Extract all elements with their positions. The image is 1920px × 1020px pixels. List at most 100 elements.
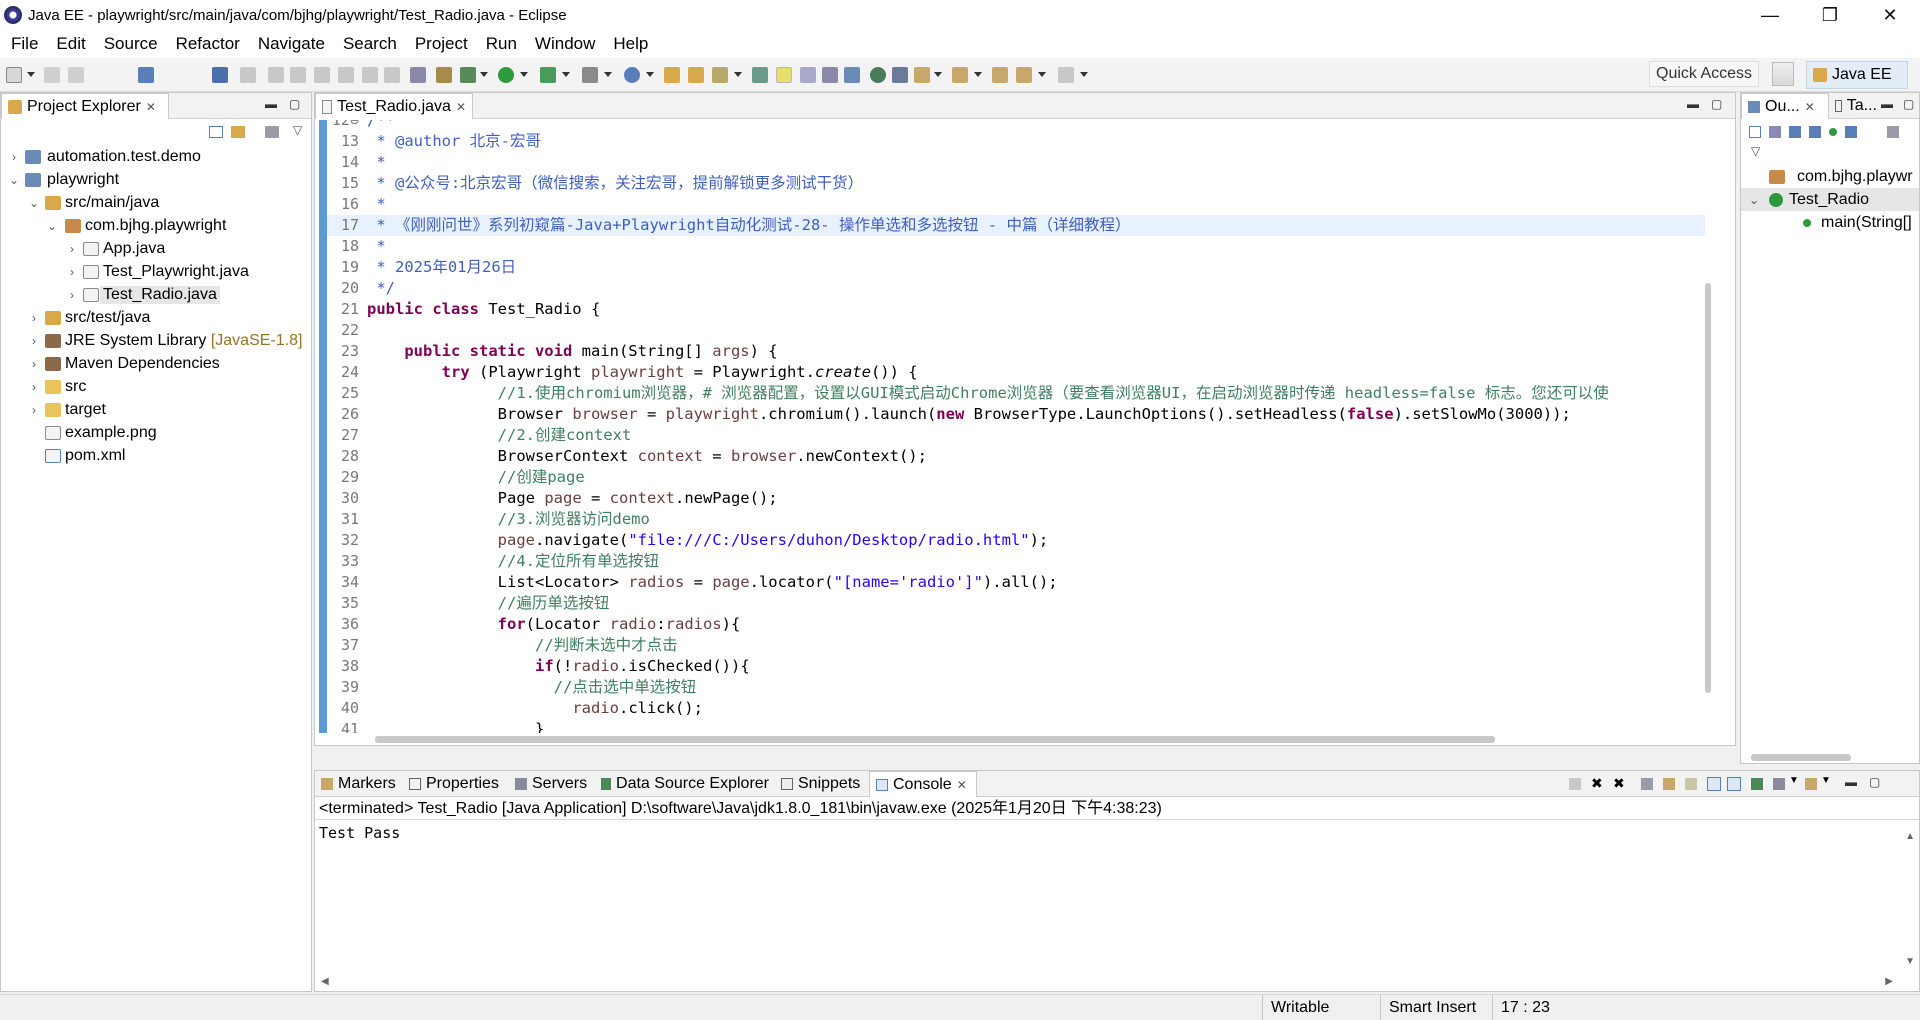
quick-access-input[interactable]: Quick Access — [1649, 61, 1759, 87]
tree-item-target[interactable]: › target — [1, 398, 311, 421]
search-icon[interactable] — [712, 67, 728, 83]
tree-item-src[interactable]: › src — [1, 375, 311, 398]
tree-item-src-main-java[interactable]: ⌄ src/main/java — [1, 191, 311, 214]
toggle-mark-icon[interactable] — [752, 67, 768, 83]
tree-item-package[interactable]: ⌄ com.bjhg.playwright — [1, 214, 311, 237]
expand-arrow-icon[interactable]: › — [9, 150, 19, 164]
step-into-icon[interactable] — [338, 67, 354, 83]
open-console-dropdown-icon[interactable]: ▼ — [1821, 775, 1831, 786]
expand-arrow-icon[interactable]: › — [67, 242, 77, 256]
back-dropdown-icon[interactable] — [1038, 72, 1046, 77]
block-selection-icon[interactable] — [800, 67, 816, 83]
next-annotation-icon[interactable] — [914, 67, 930, 83]
tree-item-src-test-java[interactable]: › src/test/java — [1, 306, 311, 329]
server-icon[interactable] — [582, 67, 598, 83]
search-dropdown-icon[interactable] — [734, 72, 742, 77]
tree-item-automation-test-demo[interactable]: › automation.test.demo — [1, 145, 311, 168]
close-tab-icon[interactable]: ✕ — [1805, 100, 1815, 114]
console-output[interactable]: Test Pass — [319, 824, 400, 842]
collapse-all-icon[interactable] — [209, 126, 223, 138]
terminate-icon[interactable] — [290, 67, 306, 83]
terminate-icon[interactable] — [1569, 778, 1581, 790]
tree-item-app-java[interactable]: › App.java — [1, 237, 311, 260]
scroll-lock-icon[interactable] — [1663, 778, 1675, 790]
tab-snippets[interactable]: Snippets — [775, 771, 869, 797]
menu-run[interactable]: Run — [477, 30, 526, 58]
step-over-icon[interactable] — [362, 67, 378, 83]
menu-search[interactable]: Search — [334, 30, 406, 58]
tree-item-pom-xml[interactable]: pom.xml — [1, 444, 311, 467]
display-console-dropdown-icon[interactable]: ▼ — [1789, 775, 1799, 786]
clear-console-icon[interactable] — [1641, 778, 1653, 790]
debug-dropdown-icon[interactable] — [480, 72, 488, 77]
menu-edit[interactable]: Edit — [47, 30, 94, 58]
server-dropdown-icon[interactable] — [604, 72, 612, 77]
minimize-view-icon[interactable]: ▬ — [265, 97, 277, 111]
new-wizard-dropdown-icon[interactable] — [646, 72, 654, 77]
maximize-view-icon[interactable]: ▢ — [1903, 97, 1914, 111]
code-editor[interactable]: 12⊖/** 13 * @author 北京-宏哥 14 * 15 * @公众号… — [315, 120, 1735, 733]
collapse-arrow-icon[interactable]: ⌄ — [9, 173, 19, 187]
link-with-editor-icon[interactable] — [1887, 126, 1899, 138]
close-tab-icon[interactable]: ✕ — [456, 100, 466, 114]
open-type-icon[interactable] — [664, 67, 680, 83]
annotation-icon[interactable] — [892, 67, 908, 83]
open-console-icon[interactable] — [1805, 778, 1817, 790]
link-with-editor-icon[interactable] — [231, 126, 245, 138]
tab-project-explorer[interactable]: Project Explorer ✕ — [1, 93, 169, 119]
view-menu-icon[interactable] — [265, 126, 279, 138]
web-browser-icon[interactable] — [870, 67, 886, 83]
menu-project[interactable]: Project — [406, 30, 477, 58]
maximize-view-icon[interactable]: ▢ — [1711, 97, 1722, 111]
hide-static-icon[interactable] — [1809, 126, 1821, 138]
maximize-view-icon[interactable]: ▢ — [289, 97, 300, 111]
open-task-icon[interactable] — [688, 67, 704, 83]
tab-servers[interactable]: Servers — [509, 771, 595, 797]
new-dropdown-icon[interactable] — [27, 72, 35, 77]
close-tab-icon[interactable]: ✕ — [146, 100, 156, 114]
outline-item-package[interactable]: com.bjhg.playwr — [1741, 165, 1919, 188]
scroll-down-icon[interactable]: ▼ — [1905, 956, 1915, 967]
disconnect-icon[interactable] — [314, 67, 330, 83]
terminal-icon[interactable] — [138, 67, 154, 83]
tab-markers[interactable]: Markers — [315, 771, 403, 797]
tab-properties[interactable]: Properties — [403, 771, 509, 797]
menu-help[interactable]: Help — [604, 30, 657, 58]
next-annotation-dropdown-icon[interactable] — [934, 72, 942, 77]
coverage-icon[interactable] — [436, 67, 452, 83]
back-icon[interactable] — [1016, 67, 1032, 83]
tab-console[interactable]: Console ✕ — [869, 771, 977, 797]
collapse-arrow-icon[interactable]: ⌄ — [1749, 193, 1759, 207]
expand-arrow-icon[interactable]: › — [29, 403, 39, 417]
scroll-up-icon[interactable]: ▲ — [1905, 831, 1915, 842]
external-dropdown-icon[interactable] — [562, 72, 570, 77]
highlight-occurrences-icon[interactable] — [776, 67, 792, 83]
minimize-view-icon[interactable]: ▬ — [1687, 97, 1699, 111]
forward-icon[interactable] — [1058, 67, 1074, 83]
save-all-icon[interactable] — [68, 67, 84, 83]
word-wrap-icon[interactable] — [1685, 778, 1697, 790]
run-dropdown-icon[interactable] — [520, 72, 528, 77]
show-whitespace-icon[interactable] — [822, 67, 838, 83]
editor-vertical-scrollbar[interactable] — [1705, 283, 1711, 693]
run-icon[interactable] — [498, 67, 514, 83]
sort-icon[interactable] — [1769, 126, 1781, 138]
minimize-view-icon[interactable]: ▬ — [1845, 775, 1857, 789]
expand-arrow-icon[interactable]: › — [67, 265, 77, 279]
scroll-left-icon[interactable]: ◀ — [321, 976, 329, 987]
display-console-icon[interactable] — [1773, 778, 1785, 790]
expand-arrow-icon[interactable]: › — [29, 357, 39, 371]
new-java-project-icon[interactable] — [624, 67, 640, 83]
show-on-stdout-icon[interactable] — [1707, 777, 1721, 791]
remove-all-terminated-icon[interactable]: ✖ — [1613, 775, 1625, 792]
expand-arrow-icon[interactable]: › — [29, 311, 39, 325]
menu-navigate[interactable]: Navigate — [249, 30, 334, 58]
tree-item-maven-dependencies[interactable]: › Maven Dependencies — [1, 352, 311, 375]
menu-refactor[interactable]: Refactor — [167, 30, 249, 58]
view-dropdown-icon[interactable]: ▽ — [293, 123, 302, 137]
close-tab-icon[interactable]: ✕ — [957, 778, 967, 792]
open-console-icon[interactable] — [410, 67, 426, 83]
collapse-arrow-icon[interactable]: ⌄ — [47, 219, 57, 233]
expand-arrow-icon[interactable]: › — [29, 334, 39, 348]
maximize-view-icon[interactable]: ▢ — [1869, 775, 1880, 789]
